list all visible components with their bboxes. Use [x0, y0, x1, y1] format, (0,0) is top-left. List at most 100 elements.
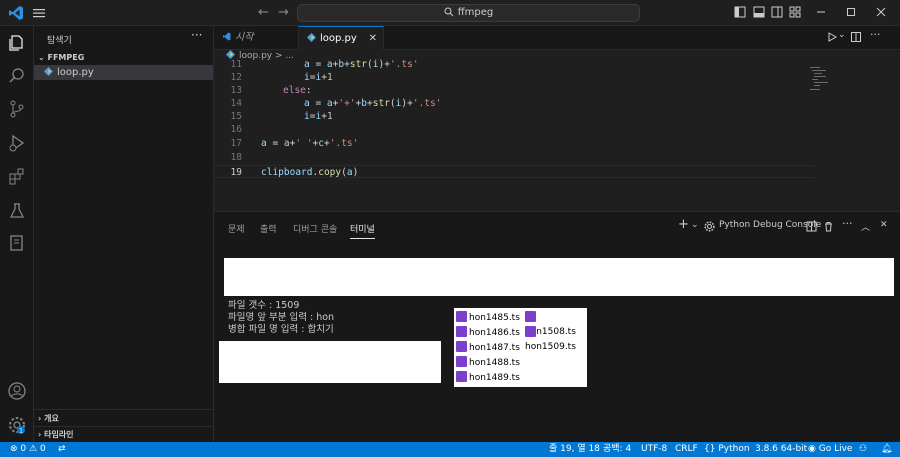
go-live-label: Go Live [818, 444, 853, 454]
encoding[interactable]: UTF-8 [641, 442, 667, 457]
file-name: hon1489.ts [469, 373, 520, 383]
terminal-dropdown-icon[interactable]: ⌄ [691, 220, 699, 230]
code-line: 16 [214, 123, 814, 136]
line-code: i=i+1 [304, 111, 333, 122]
python-file-icon [44, 67, 53, 76]
code-line: 18 [214, 151, 814, 164]
status-bar: ⊗ 0 ⚠ 0 ⇄ 줄 19, 열 18 공백: 4 UTF-8 CRLF {}… [0, 442, 900, 457]
forward-arrow-icon[interactable]: → [278, 5, 289, 20]
ts-file-icon [456, 326, 467, 337]
tab-loop-py[interactable]: loop.py ✕ [298, 26, 384, 50]
indentation[interactable]: 공백: 4 [603, 442, 631, 457]
list-item[interactable]: hon1487.ts [456, 341, 520, 355]
error-count: 0 [20, 444, 27, 454]
maximize-panel-icon[interactable]: ︿ [861, 220, 870, 233]
line-code: i=i+1 [304, 72, 333, 83]
section-divider [34, 426, 214, 427]
outline-section[interactable]: › 개요 [38, 413, 59, 424]
more-editor-actions-icon[interactable]: ··· [870, 28, 881, 41]
file-label: loop.py [57, 67, 94, 78]
line-code: a = a+'+'+b+str(i)+'.ts' [304, 98, 442, 109]
tab-output[interactable]: 출력 [260, 222, 277, 235]
back-arrow-icon[interactable]: ← [258, 5, 269, 20]
tab-terminal[interactable]: 터미널 [350, 222, 375, 239]
list-item[interactable]: hon1489.ts [456, 371, 520, 385]
run-python-icon[interactable] [826, 31, 838, 43]
trash-icon[interactable] [823, 221, 834, 232]
current-code-line: 19 clipboard.copy(a) [214, 165, 814, 178]
code-editor[interactable]: 11 a = a+b+str(i)+'.ts' 12 i=i+1 13 else: 1… [214, 59, 900, 211]
source-control-icon[interactable] [7, 99, 27, 119]
list-item[interactable]: hon1508.ts [525, 311, 587, 337]
cursor-position[interactable]: 줄 19, 열 18 [549, 442, 600, 457]
folder-label: FFMPEG [47, 53, 85, 62]
broadcast-tower-icon: ◉ [808, 444, 816, 454]
language-mode[interactable]: {} Python [704, 442, 750, 457]
list-item[interactable]: hon1488.ts [456, 356, 520, 370]
line-number: 16 [230, 124, 242, 135]
account-icon[interactable] [7, 381, 27, 401]
explorer-icon[interactable] [7, 33, 27, 53]
section-divider [34, 409, 214, 410]
remote-explorer-icon[interactable] [7, 233, 27, 253]
list-item[interactable]: hon1485.ts [456, 311, 520, 325]
line-number: 14 [230, 98, 242, 109]
redacted-area [219, 341, 441, 383]
editor-tabs: 시작 loop.py ✕ ⌄ ··· [214, 26, 900, 50]
timeline-section[interactable]: › 타임라인 [38, 429, 74, 440]
tab-problems[interactable]: 문제 [228, 222, 245, 235]
customize-layout-icon[interactable] [787, 4, 803, 20]
folder-ffmpeg[interactable]: ⌄ FFMPEG [38, 53, 84, 62]
run-debug-icon[interactable] [7, 133, 27, 153]
line-code: a = a+' '+c+'.ts' [261, 138, 359, 149]
python-interpreter[interactable]: 3.8.6 64-bit [755, 442, 807, 457]
new-terminal-plus-icon[interactable]: + [678, 217, 689, 232]
manage-gear-icon[interactable]: 1 [7, 415, 27, 435]
command-center-search[interactable]: ffmpeg [297, 4, 640, 22]
code-line: 17 a = a+' '+c+'.ts' [214, 137, 814, 150]
list-item[interactable]: hon1509.ts [525, 326, 587, 352]
go-live-button[interactable]: ◉ Go Live [808, 442, 852, 457]
split-editor-icon[interactable] [850, 31, 862, 43]
more-panel-actions-icon[interactable]: ··· [842, 217, 853, 230]
line-number: 15 [230, 111, 242, 122]
close-panel-icon[interactable]: ✕ [880, 220, 888, 230]
ts-file-icon [456, 341, 467, 352]
minimap[interactable] [810, 65, 840, 95]
vscode-tab-icon [223, 32, 231, 41]
broadcast-icon[interactable]: ⇄ [58, 442, 66, 457]
terminal-line: 병합 파일 명 입력 : 합치기 [228, 324, 334, 335]
problems-status[interactable]: ⊗ 0 ⚠ 0 [10, 442, 46, 457]
code-line: 15 i=i+1 [214, 110, 814, 123]
run-dropdown-icon[interactable]: ⌄ [838, 30, 846, 40]
minimize-icon[interactable] [813, 4, 829, 20]
line-code: a = a+b+str(i)+'.ts' [304, 59, 419, 70]
title-bar: ← → ffmpeg [0, 0, 900, 26]
line-number: 11 [230, 59, 242, 70]
toggle-panel-icon[interactable] [751, 4, 767, 20]
testing-icon[interactable] [7, 201, 27, 221]
list-item[interactable]: hon1486.ts [456, 326, 520, 340]
file-name: hon1488.ts [469, 358, 520, 368]
notifications-bell-icon[interactable]: 🔔︎ [881, 442, 892, 457]
menu-icon[interactable] [32, 6, 46, 20]
toggle-sidebar-icon[interactable] [732, 4, 748, 20]
feedback-icon[interactable]: ⚇ [859, 442, 867, 457]
eol[interactable]: CRLF [675, 442, 698, 457]
maximize-icon[interactable] [843, 4, 859, 20]
line-number: 12 [230, 72, 242, 83]
split-terminal-icon[interactable] [806, 221, 817, 232]
code-line: 11 a = a+b+str(i)+'.ts' [214, 58, 814, 71]
close-window-icon[interactable] [873, 4, 889, 20]
warning-count: 0 [39, 444, 46, 454]
tab-welcome[interactable]: 시작 [214, 26, 298, 50]
tab-debug-console[interactable]: 디버그 콘솔 [293, 222, 337, 235]
toggle-secondary-sidebar-icon[interactable] [769, 4, 785, 20]
search-view-icon[interactable] [7, 66, 27, 86]
close-tab-icon[interactable]: ✕ [369, 27, 377, 51]
extensions-icon[interactable] [7, 167, 27, 187]
file-loop-py[interactable]: loop.py [34, 65, 213, 80]
line-number: 18 [230, 152, 242, 163]
chevron-down-icon: ⌄ [38, 53, 48, 62]
more-actions-icon[interactable]: ··· [191, 28, 202, 42]
